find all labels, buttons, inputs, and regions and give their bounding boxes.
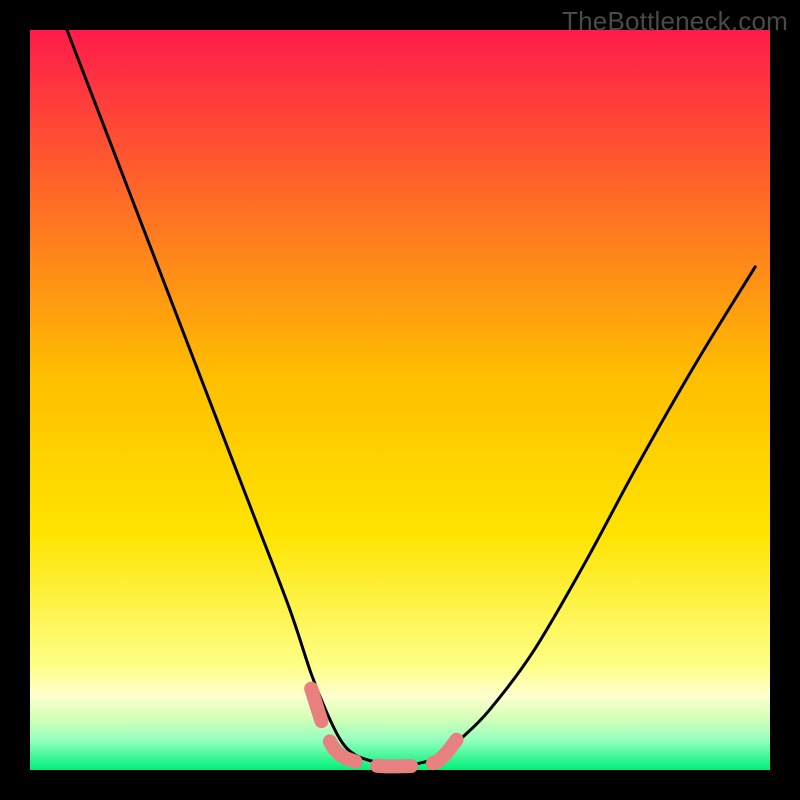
chart-svg <box>0 0 800 800</box>
chart-frame: TheBottleneck.com <box>0 0 800 800</box>
watermark-text: TheBottleneck.com <box>562 6 788 37</box>
plot-background <box>30 30 770 770</box>
